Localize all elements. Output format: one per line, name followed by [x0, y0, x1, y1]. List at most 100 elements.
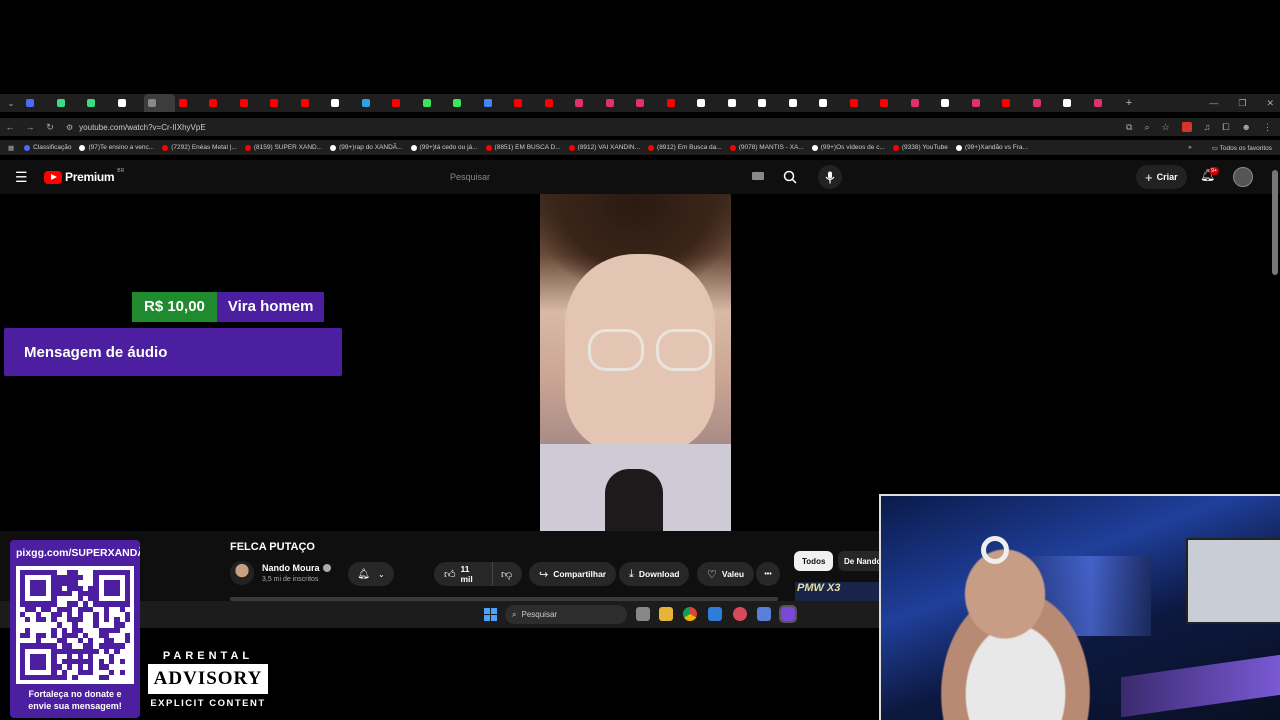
like-button[interactable]: 👍︎ 11 mil [434, 562, 492, 586]
bookmark-item[interactable]: (8912) VAI XANDIN... [568, 144, 640, 151]
related-video-thumbnail[interactable]: PMW X3 [795, 582, 880, 601]
browser-tab[interactable] [632, 94, 663, 112]
browser-tab[interactable] [998, 94, 1029, 112]
browser-tab[interactable] [968, 94, 999, 112]
more-actions-button[interactable]: ••• [756, 562, 780, 586]
browser-tab[interactable] [1059, 94, 1090, 112]
browser-tab[interactable] [266, 94, 297, 112]
browser-tab[interactable] [297, 94, 328, 112]
site-info-icon[interactable]: ⚙ [66, 123, 73, 132]
browser-tab[interactable] [22, 94, 53, 112]
browser-tab[interactable] [541, 94, 572, 112]
browser-tab[interactable] [83, 94, 114, 112]
profile-icon[interactable]: ☻ [1242, 122, 1251, 132]
browser-tab[interactable] [754, 94, 785, 112]
media-icon[interactable]: ♫ [1204, 122, 1211, 132]
thanks-button[interactable]: ♡ Valeu [697, 562, 755, 586]
browser-menu-icon[interactable]: ⋮ [1263, 122, 1272, 133]
browser-tab[interactable] [388, 94, 419, 112]
bookmark-item[interactable]: (97)Te ensino a venc... [79, 144, 154, 151]
steam-icon[interactable] [779, 605, 797, 623]
apps-grid-icon[interactable]: ▦ [8, 144, 14, 152]
bookmark-item[interactable]: (9078) MANTIS - XA... [729, 144, 804, 151]
settings-icon[interactable] [757, 607, 771, 621]
forward-icon[interactable]: → [20, 122, 40, 132]
create-button[interactable]: + Criar [1136, 165, 1187, 189]
bookmark-item[interactable]: (8912) Em Busca da... [648, 144, 722, 151]
browser-tab[interactable] [663, 94, 694, 112]
voice-search-button[interactable] [818, 165, 842, 189]
browser-tab[interactable] [510, 94, 541, 112]
filter-chip-all[interactable]: Todos [794, 551, 834, 571]
browser-tab[interactable] [144, 94, 175, 112]
video-player[interactable] [540, 194, 731, 531]
reload-icon[interactable]: ↻ [40, 122, 60, 133]
browser-tab[interactable] [815, 94, 846, 112]
zoom-icon[interactable]: ⌕ [1144, 122, 1149, 133]
bookmark-item[interactable]: (9338) YouTube [892, 144, 948, 151]
browser-tab[interactable] [480, 94, 511, 112]
bookmarks-overflow-button[interactable]: » [1188, 144, 1192, 152]
extensions-puzzle-icon[interactable]: ⧠ [1222, 122, 1229, 133]
all-favorites-button[interactable]: ▭ Todos os favoritos [1212, 144, 1272, 152]
browser-tab[interactable] [907, 94, 938, 112]
taskbar-search-input[interactable]: ⌕ Pesquisar [505, 605, 627, 624]
bookmark-item[interactable]: (99+)tá cedo ou já... [410, 144, 478, 151]
browser-tab[interactable] [53, 94, 84, 112]
maximize-icon[interactable]: ❐ [1238, 98, 1246, 109]
subscription-bell-button[interactable]: 🔔︎ ⌄ [348, 562, 394, 586]
app-icon-red[interactable] [733, 607, 747, 621]
browser-tab[interactable] [358, 94, 389, 112]
bookmark-star-icon[interactable]: ☆ [1161, 122, 1169, 133]
tab-search-icon[interactable]: ⌄ [0, 99, 22, 108]
browser-tab[interactable] [205, 94, 236, 112]
browser-tab[interactable] [449, 94, 480, 112]
bookmark-item[interactable]: (8159) SUPER XAND... [244, 144, 322, 151]
install-app-icon[interactable]: ⧉ [1126, 122, 1132, 133]
browser-tab[interactable] [602, 94, 633, 112]
bookmark-item[interactable]: Classificação [24, 144, 71, 151]
page-scrollbar[interactable] [1272, 170, 1278, 275]
account-avatar[interactable] [1233, 167, 1253, 187]
app-icon-blue[interactable] [708, 607, 722, 621]
browser-tab[interactable] [724, 94, 755, 112]
browser-tab[interactable] [785, 94, 816, 112]
task-view-icon[interactable] [636, 607, 650, 621]
browser-tab[interactable] [1090, 94, 1121, 112]
minimize-icon[interactable]: — [1209, 98, 1218, 108]
download-button[interactable]: ⤓ Download [619, 562, 690, 586]
browser-tab[interactable] [693, 94, 724, 112]
bookmark-item[interactable]: (99+)Os vídeos de c... [811, 144, 885, 151]
browser-tab[interactable] [114, 94, 145, 112]
search-input[interactable]: Pesquisar [440, 167, 770, 187]
file-explorer-icon[interactable] [659, 607, 673, 621]
dislike-button[interactable]: 👎︎ [492, 562, 522, 586]
menu-icon[interactable]: ☰ [15, 169, 28, 186]
browser-tab[interactable] [175, 94, 206, 112]
extension-icon[interactable] [1181, 122, 1192, 132]
youtube-logo[interactable]: Premium BR [44, 168, 124, 184]
back-icon[interactable]: ← [0, 122, 20, 132]
new-tab-button[interactable]: + [1120, 97, 1138, 109]
bookmark-item[interactable]: (99+)rap do XANDÃ... [330, 144, 403, 151]
windows-start-icon[interactable] [484, 608, 497, 621]
url-field[interactable]: ⚙ youtube.com/watch?v=Cr-IIXhyVpE [66, 123, 206, 132]
bookmark-item[interactable]: (99+)Xandão vs Fra... [955, 144, 1028, 151]
browser-tab[interactable] [846, 94, 877, 112]
chrome-icon[interactable] [683, 607, 697, 621]
channel-avatar[interactable] [230, 561, 254, 585]
browser-tab[interactable] [1029, 94, 1060, 112]
filter-chip-channel[interactable]: De Nando [838, 551, 880, 571]
channel-name-row[interactable]: Nando Moura [262, 563, 331, 573]
bookmark-item[interactable]: (8851) EM BUSCA D... [485, 144, 561, 151]
keyboard-icon[interactable] [752, 172, 764, 180]
share-button[interactable]: ↪ Compartilhar [529, 562, 617, 586]
browser-tab[interactable] [937, 94, 968, 112]
close-window-icon[interactable]: ✕ [1266, 98, 1274, 109]
browser-tab[interactable] [236, 94, 267, 112]
browser-tab[interactable] [571, 94, 602, 112]
bookmark-item[interactable]: (7292) Enéas Metal |... [162, 144, 237, 151]
browser-tab[interactable] [327, 94, 358, 112]
search-button[interactable] [776, 167, 804, 187]
browser-tab[interactable] [876, 94, 907, 112]
